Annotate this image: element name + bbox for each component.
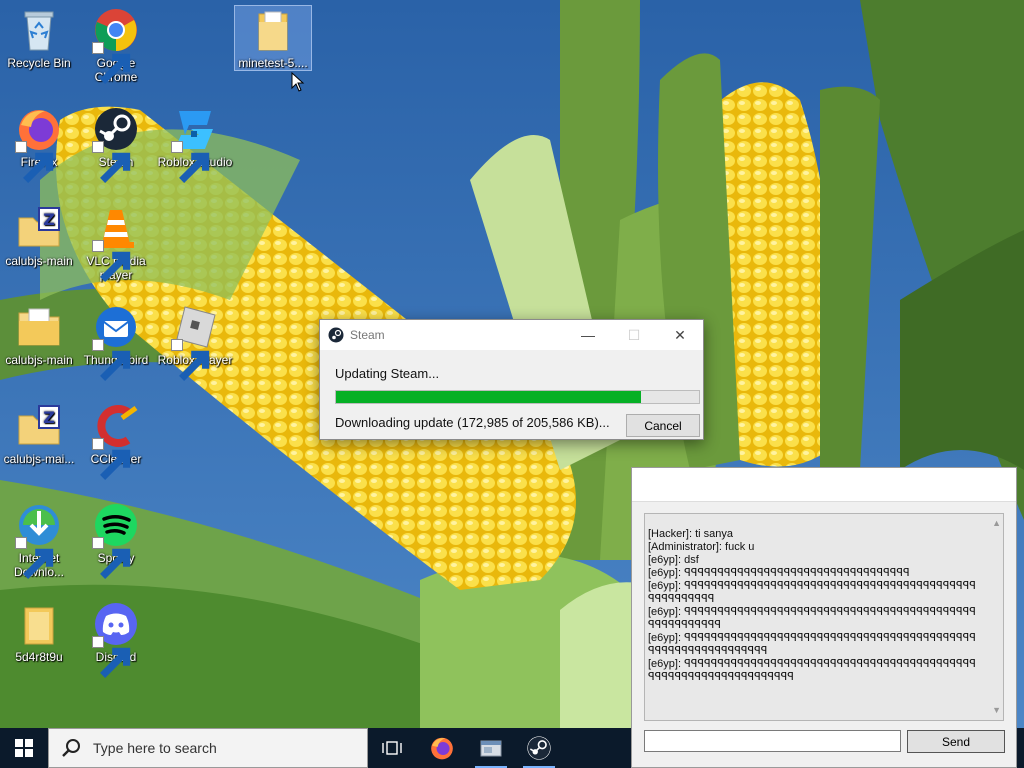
thunderbird-icon [92, 303, 140, 381]
windows-logo-icon [15, 739, 33, 757]
folder-icon [15, 303, 63, 351]
chat-message: [e6yp]: dsf [648, 554, 699, 566]
desktop-icon-vlc[interactable]: VLC media player [78, 204, 154, 282]
download-detail-text: Downloading update (172,985 of 205,586 K… [335, 415, 610, 430]
desktop-icon-steam[interactable]: Steam [78, 105, 154, 183]
desktop-icon-calubjs-main-2[interactable]: calubjs-main [1, 303, 77, 367]
task-view-icon [382, 741, 402, 755]
chat-message: [e6yp]: ꟼꟼꟼꟼꟼꟼꟼꟼꟼꟼꟼꟼꟼꟼꟼꟼꟼꟼꟼꟼꟼꟼꟼꟼꟼꟼꟼꟼꟼꟼꟼꟼ… [648, 580, 976, 605]
roblox-player-icon [171, 303, 219, 381]
shortcut-arrow-icon [92, 339, 131, 381]
update-status-text: Updating Steam... [335, 366, 440, 381]
desktop-icon-roblox-studio[interactable]: Roblox Studio [157, 105, 233, 183]
cancel-button[interactable]: Cancel [626, 414, 700, 437]
chat-message: [Hacker]: ti sanya [648, 528, 733, 540]
application-window-icon [480, 740, 502, 757]
shortcut-arrow-icon [92, 438, 131, 480]
desktop-icon-label: calubjs-main [5, 353, 73, 367]
chat-message: [e6yp]: ꟼꟼꟼꟼꟼꟼꟼꟼꟼꟼꟼꟼꟼꟼꟼꟼꟼꟼꟼꟼꟼꟼꟼꟼꟼꟼꟼꟼꟼꟼꟼꟼ… [648, 658, 976, 683]
mouse-cursor-icon [291, 72, 305, 92]
desktop-icon-roblox-player[interactable]: Roblox Player [157, 303, 233, 381]
desktop-icon-recycle-bin[interactable]: Recycle Bin [1, 6, 77, 70]
svg-text:Z: Z [43, 408, 55, 427]
desktop-icon-calubjs-main-1[interactable]: Z calubjs-main [1, 204, 77, 268]
scroll-up-arrow-icon[interactable]: ▲ [992, 517, 1001, 530]
archive-folder-icon: Z [15, 204, 63, 252]
recycle-bin-icon [15, 6, 63, 54]
close-button[interactable]: ✕ [657, 320, 703, 350]
desktop-icon-label: minetest-5.... [238, 56, 308, 70]
desktop-icon-spotify[interactable]: Spotify [78, 501, 154, 579]
send-button[interactable]: Send [907, 730, 1005, 753]
taskbar-search-box[interactable]: Type here to search [48, 728, 368, 768]
progress-fill [336, 391, 642, 403]
shortcut-arrow-icon [171, 339, 210, 381]
dialog-titlebar[interactable]: Steam — ☐ ✕ [320, 320, 703, 350]
download-manager-icon [15, 501, 63, 579]
dialog-title: Steam [350, 328, 385, 342]
desktop-icon-5d4r8t9u[interactable]: 5d4r8t9u [1, 600, 77, 664]
desktop-icon-thunderbird[interactable]: Thunderbird [78, 303, 154, 381]
firefox-icon [431, 737, 453, 760]
desktop-icon-minetest[interactable]: minetest-5.... [234, 5, 312, 71]
svg-text:Z: Z [43, 210, 55, 229]
task-view-button[interactable] [368, 728, 416, 768]
shortcut-arrow-icon [15, 537, 54, 579]
chat-titlebar[interactable] [632, 468, 1016, 502]
shortcut-arrow-icon [92, 537, 131, 579]
desktop-icon-discord[interactable]: Discord [78, 600, 154, 678]
chat-message-input[interactable] [644, 730, 901, 752]
desktop-icon-label: calubjs-main [5, 254, 73, 268]
desktop-icon-internet-download-manager[interactable]: Internet Downlo... [1, 501, 77, 579]
minimize-button[interactable]: — [565, 320, 611, 350]
shortcut-arrow-icon [92, 240, 131, 282]
taskbar-steam[interactable] [515, 728, 563, 768]
steam-icon [328, 327, 344, 343]
firefox-icon [15, 105, 63, 183]
taskbar-firefox[interactable] [418, 728, 466, 768]
desktop-icon-label: calubjs-mai... [3, 452, 75, 466]
shortcut-arrow-icon [92, 636, 131, 678]
desktop-icon-label: Recycle Bin [7, 56, 71, 70]
taskbar-app-window[interactable] [467, 728, 515, 768]
steam-update-dialog: Steam — ☐ ✕ Updating Steam... Downloadin… [319, 319, 704, 440]
shortcut-arrow-icon [92, 141, 131, 183]
desktop-icon-label: 5d4r8t9u [15, 650, 63, 664]
folder-icon [249, 6, 297, 54]
chat-window: ▲ [Hacker]: ti sanya [Administrator]: fuc… [631, 467, 1017, 768]
archive-folder-icon: Z [15, 402, 63, 450]
scroll-down-arrow-icon[interactable]: ▼ [992, 704, 1001, 717]
spotify-icon [92, 501, 140, 579]
desktop-icon-calubjs-main-3[interactable]: Z calubjs-mai... [1, 402, 77, 466]
search-icon [62, 739, 80, 757]
roblox-studio-icon [171, 105, 219, 183]
chat-message: [e6yp]: ꟼꟼꟼꟼꟼꟼꟼꟼꟼꟼꟼꟼꟼꟼꟼꟼꟼꟼꟼꟼꟼꟼꟼꟼꟼꟼꟼꟼꟼꟼꟼꟼ… [648, 606, 976, 631]
discord-icon [92, 600, 140, 678]
shortcut-arrow-icon [92, 42, 131, 84]
steam-icon [527, 736, 551, 760]
chat-log[interactable]: ▲ [Hacker]: ti sanya [Administrator]: fuc… [644, 513, 1004, 721]
search-placeholder: Type here to search [93, 740, 217, 756]
maximize-button: ☐ [627, 327, 641, 343]
shortcut-arrow-icon [15, 141, 54, 183]
desktop-icon-google-chrome[interactable]: Google Chrome [78, 6, 154, 84]
steam-icon [92, 105, 140, 183]
shortcut-arrow-icon [171, 141, 210, 183]
vlc-cone-icon [92, 204, 140, 282]
chat-message: [e6yp]: ꟼꟼꟼꟼꟼꟼꟼꟼꟼꟼꟼꟼꟼꟼꟼꟼꟼꟼꟼꟼꟼꟼꟼꟼꟼꟼꟼꟼꟼꟼꟼꟼ… [648, 632, 976, 657]
ccleaner-icon [92, 402, 140, 480]
folder-icon [15, 600, 63, 648]
desktop-icon-firefox[interactable]: Firefox [1, 105, 77, 183]
start-button[interactable] [0, 728, 48, 768]
chat-message: [Administrator]: fuck u [648, 541, 755, 553]
chrome-icon [92, 6, 140, 84]
desktop-icon-ccleaner[interactable]: CCleaner [78, 402, 154, 480]
chat-message: [e6yp]: ꟼꟼꟼꟼꟼꟼꟼꟼꟼꟼꟼꟼꟼꟼꟼꟼꟼꟼꟼꟼꟼꟼꟼꟼꟼꟼꟼꟼꟼꟼꟼꟼ… [648, 567, 910, 579]
update-progress-bar [335, 390, 700, 404]
